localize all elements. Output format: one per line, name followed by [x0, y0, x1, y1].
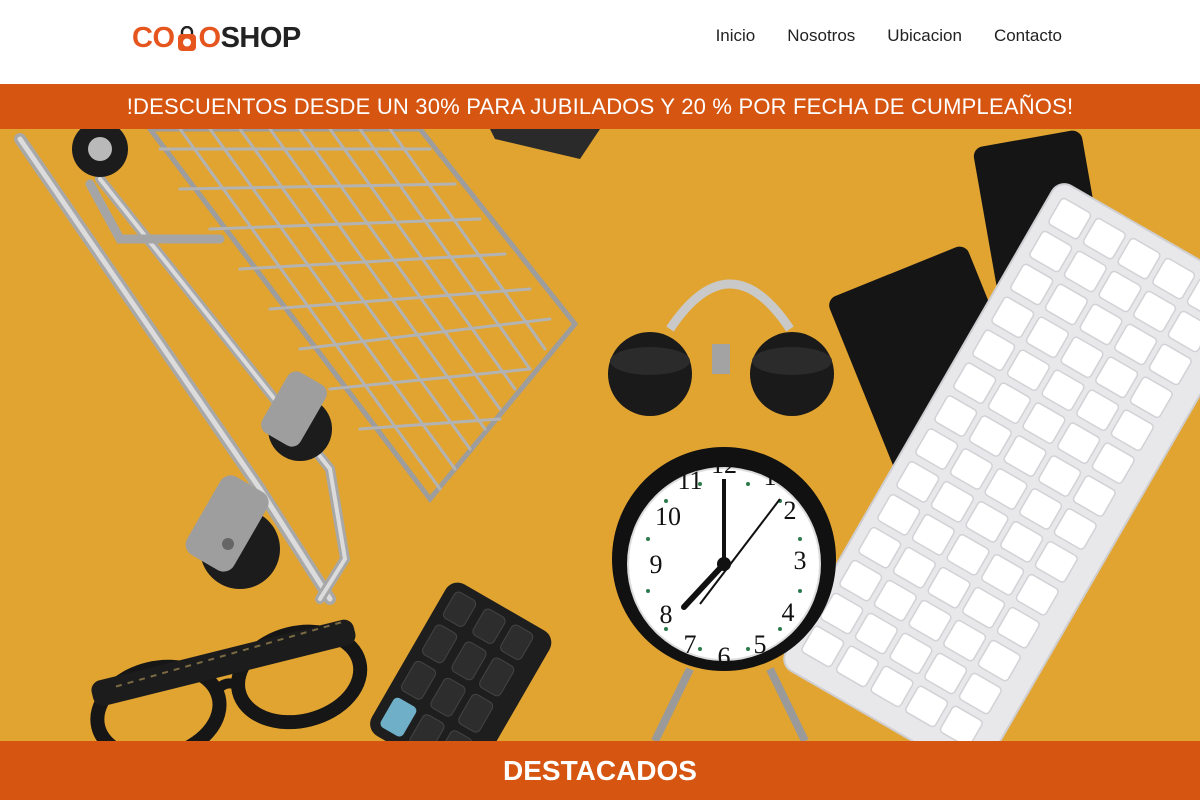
section-title: DESTACADOS [503, 754, 697, 786]
logo-text-o: O [198, 21, 222, 54]
svg-text:11: 11 [677, 466, 702, 495]
navbar: CO O SHOP Inicio Nosotros Ubicacion Cont… [0, 0, 1200, 84]
svg-text:8: 8 [660, 600, 673, 629]
site-logo[interactable]: CO O SHOP [132, 18, 301, 58]
nav-link-nosotros[interactable]: Nosotros [787, 26, 855, 46]
hero-image: 12 1 2 3 4 5 6 7 8 9 10 11 [0, 129, 1200, 741]
svg-text:12: 12 [711, 450, 737, 479]
nav-link-ubicacion[interactable]: Ubicacion [887, 26, 962, 46]
shopping-bag-icon [176, 26, 198, 51]
section-header-destacados: DESTACADOS [0, 741, 1200, 800]
promo-text: !DESCUENTOS DESDE UN 30% PARA JUBILADOS … [126, 93, 1074, 119]
main-nav: Inicio Nosotros Ubicacion Contacto [716, 26, 1062, 46]
svg-text:7: 7 [684, 630, 697, 659]
svg-text:2: 2 [784, 496, 797, 525]
svg-text:4: 4 [782, 598, 795, 627]
nav-link-inicio[interactable]: Inicio [716, 26, 756, 46]
svg-text:9: 9 [650, 550, 663, 579]
svg-text:6: 6 [718, 642, 731, 671]
logo-text-co: CO [132, 21, 175, 54]
svg-text:3: 3 [794, 546, 807, 575]
svg-text:1: 1 [764, 462, 777, 491]
promo-banner: !DESCUENTOS DESDE UN 30% PARA JUBILADOS … [0, 84, 1200, 129]
svg-text:10: 10 [655, 502, 681, 531]
svg-text:5: 5 [754, 630, 767, 659]
nav-link-contacto[interactable]: Contacto [994, 26, 1062, 46]
logo-text-shop: SHOP [220, 21, 302, 54]
